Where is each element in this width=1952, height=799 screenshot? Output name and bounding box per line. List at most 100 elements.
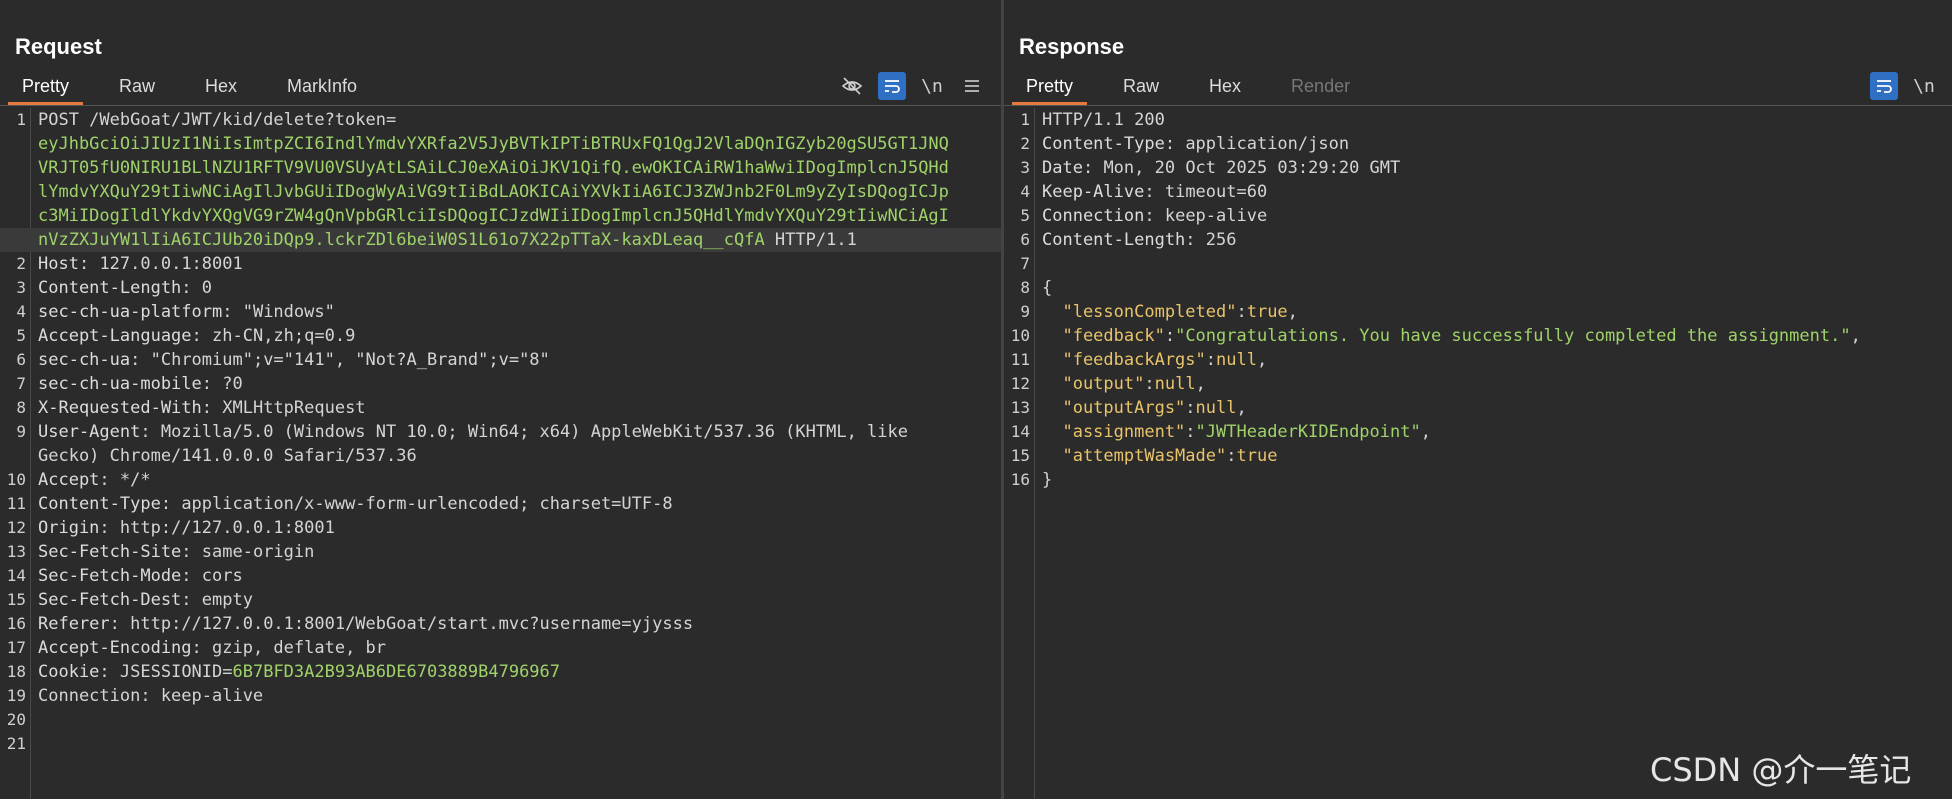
jwt-token-text: lYmdvYXQuY29tIiwNCiAgIlJvbGUiIDogWyAiVG9…	[38, 182, 949, 202]
line-text: Gecko) Chrome/141.0.0.0 Safari/537.36	[38, 446, 417, 466]
json-string: "Congratulations. You have successfully …	[1175, 326, 1851, 346]
header-colon: :	[140, 422, 151, 442]
request-code-line[interactable]: 12 Origin: http://127.0.0.1:8001	[0, 516, 1001, 540]
response-code-line[interactable]: 16}	[1004, 468, 1952, 492]
response-line-content: "outputArgs":null,	[1042, 396, 1946, 420]
request-code-line[interactable]: eyJhbGciOiJIUzI1NiIsImtpZCI6IndlYmdvYXRf…	[0, 132, 1001, 156]
request-code-line[interactable]: VRJT05fU0NIRU1BLlNZU1RFTV9VU0VSUyAtLSAiL…	[0, 156, 1001, 180]
json-key: "assignment"	[1042, 422, 1186, 442]
response-tab-pretty[interactable]: Pretty	[1012, 70, 1088, 105]
response-code-line[interactable]: 4 Keep-Alive: timeout=60	[1004, 180, 1952, 204]
request-line-number: 14	[6, 566, 26, 585]
response-code-line[interactable]: 6 Content-Length: 256	[1004, 228, 1952, 252]
request-code-line[interactable]: 18 Cookie: JSESSIONID=6B7BFD3A2B93AB6DE67…	[0, 660, 1001, 684]
request-line-number: 18	[6, 662, 26, 681]
response-code-line[interactable]: 7	[1004, 252, 1952, 276]
newline-toggle-button[interactable]: \n	[918, 72, 946, 100]
response-code-line[interactable]: 3 Date: Mon, 20 Oct 2025 03:29:20 GMT	[1004, 156, 1952, 180]
header-colon: :	[191, 326, 202, 346]
response-editor[interactable]: 1 HTTP/1.1 200 2 Content-Type: application/…	[1004, 108, 1952, 799]
request-tab-hex[interactable]: Hex	[191, 70, 251, 105]
request-line-content: Accept-Language: zh-CN,zh;q=0.9	[38, 324, 995, 348]
header-name: sec-ch-ua-mobile	[38, 374, 202, 394]
header-name: sec-ch-ua	[38, 350, 131, 370]
request-editor[interactable]: 1 POST /WebGoat/JWT/kid/delete?token= eyJh…	[0, 108, 1001, 799]
response-code-line[interactable]: 15 "attemptWasMade":true	[1004, 444, 1952, 468]
request-tab-markinfo[interactable]: MarkInfo	[273, 70, 371, 105]
response-tab-raw[interactable]: Raw	[1109, 70, 1173, 105]
request-code-line[interactable]: 10 Accept: */*	[0, 468, 1001, 492]
request-code-line[interactable]: 8 X-Requested-With: XMLHttpRequest	[0, 396, 1001, 420]
request-tab-pretty[interactable]: Pretty	[8, 70, 84, 105]
response-code-line[interactable]: 1 HTTP/1.1 200	[1004, 108, 1952, 132]
wrap-toggle-button[interactable]	[878, 72, 906, 100]
request-code-line[interactable]: c3MiIDogIldlYkdvYXQgVG9rZW4gQnVpbGRlciIs…	[0, 204, 1001, 228]
header-colon: :	[191, 638, 202, 658]
request-code-line[interactable]: 13 Sec-Fetch-Site: same-origin	[0, 540, 1001, 564]
response-wrap-toggle-button[interactable]	[1870, 72, 1898, 100]
request-code-line[interactable]: 3 Content-Length: 0	[0, 276, 1001, 300]
json-colon: :	[1144, 374, 1155, 394]
request-code-line[interactable]: Gecko) Chrome/141.0.0.0 Safari/537.36	[0, 444, 1001, 468]
response-tab-render[interactable]: Render	[1277, 70, 1364, 105]
response-line-content: Content-Type: application/json	[1042, 132, 1946, 156]
response-code-line[interactable]: 9 "lessonCompleted":true,	[1004, 300, 1952, 324]
request-code-line[interactable]: 21	[0, 732, 1001, 756]
request-code-line[interactable]: 14 Sec-Fetch-Mode: cors	[0, 564, 1001, 588]
request-menu-button[interactable]	[958, 72, 986, 100]
request-code-line[interactable]: 15 Sec-Fetch-Dest: empty	[0, 588, 1001, 612]
response-code-line[interactable]: 5 Connection: keep-alive	[1004, 204, 1952, 228]
request-line-content: Sec-Fetch-Dest: empty	[38, 588, 995, 612]
response-code-line[interactable]: 13 "outputArgs":null,	[1004, 396, 1952, 420]
header-value: application/x-www-form-urlencoded; chars…	[171, 494, 673, 514]
request-code-line[interactable]: 2 Host: 127.0.0.1:8001	[0, 252, 1001, 276]
header-name: Date	[1042, 158, 1083, 178]
json-literal: true	[1246, 302, 1288, 322]
response-line-content: "lessonCompleted":true,	[1042, 300, 1946, 324]
header-colon: :	[99, 518, 110, 538]
response-code-line[interactable]: 8{	[1004, 276, 1952, 300]
request-code-line[interactable]: 6 sec-ch-ua: "Chromium";v="141", "Not?A_B…	[0, 348, 1001, 372]
request-code-line[interactable]: 11 Content-Type: application/x-www-form-u…	[0, 492, 1001, 516]
request-line-number: 2	[16, 254, 26, 273]
request-code-line[interactable]: 17 Accept-Encoding: gzip, deflate, br	[0, 636, 1001, 660]
request-line-number: 8	[16, 398, 26, 417]
header-name: Content-Type	[1042, 134, 1165, 154]
request-code-line[interactable]: nVzZXJuYW1lIiA6ICJUb20iDQp9.lckrZDl6beiW…	[0, 228, 1001, 252]
response-code-line[interactable]: 2 Content-Type: application/json	[1004, 132, 1952, 156]
header-colon: :	[109, 614, 120, 634]
header-value: empty	[191, 590, 253, 610]
request-code-line[interactable]: 19 Connection: keep-alive	[0, 684, 1001, 708]
response-line-number: 5	[1020, 206, 1030, 225]
header-colon: :	[99, 470, 110, 490]
header-name: Cookie	[38, 662, 100, 682]
hide-toggle-button[interactable]	[838, 72, 866, 100]
request-code-line[interactable]: 16 Referer: http://127.0.0.1:8001/WebGoat…	[0, 612, 1001, 636]
json-literal: null	[1195, 398, 1237, 418]
header-name: Content-Length	[38, 278, 182, 298]
response-code-line[interactable]: 10 "feedback":"Congratulations. You have…	[1004, 324, 1952, 348]
request-line-number: 13	[6, 542, 26, 561]
header-value: application/json	[1175, 134, 1350, 154]
response-newline-toggle-button[interactable]: \n	[1910, 72, 1938, 100]
header-name: Sec-Fetch-Dest	[38, 590, 182, 610]
request-line-content: Accept: */*	[38, 468, 995, 492]
request-code-line[interactable]: 7 sec-ch-ua-mobile: ?0	[0, 372, 1001, 396]
request-code-line[interactable]: lYmdvYXQuY29tIiwNCiAgIlJvbGUiIDogWyAiVG9…	[0, 180, 1001, 204]
request-line-content: Host: 127.0.0.1:8001	[38, 252, 995, 276]
response-code-line[interactable]: 14 "assignment":"JWTHeaderKIDEndpoint",	[1004, 420, 1952, 444]
request-code-line[interactable]: 4 sec-ch-ua-platform: "Windows"	[0, 300, 1001, 324]
request-code-line[interactable]: 1 POST /WebGoat/JWT/kid/delete?token=	[0, 108, 1001, 132]
response-code-line[interactable]: 12 "output":null,	[1004, 372, 1952, 396]
request-code-line[interactable]: 9 User-Agent: Mozilla/5.0 (Windows NT 10.…	[0, 420, 1001, 444]
json-colon: :	[1205, 350, 1217, 370]
response-code-line[interactable]: 11 "feedbackArgs":null,	[1004, 348, 1952, 372]
header-colon: :	[1082, 158, 1094, 178]
response-toolbar: \n	[1858, 70, 1938, 102]
request-code-line[interactable]: 20	[0, 708, 1001, 732]
request-code-line[interactable]: 5 Accept-Language: zh-CN,zh;q=0.9	[0, 324, 1001, 348]
request-tab-raw[interactable]: Raw	[105, 70, 169, 105]
request-line-content: Accept-Encoding: gzip, deflate, br	[38, 636, 995, 660]
response-tab-hex[interactable]: Hex	[1195, 70, 1255, 105]
json-key: "feedback"	[1042, 326, 1165, 346]
